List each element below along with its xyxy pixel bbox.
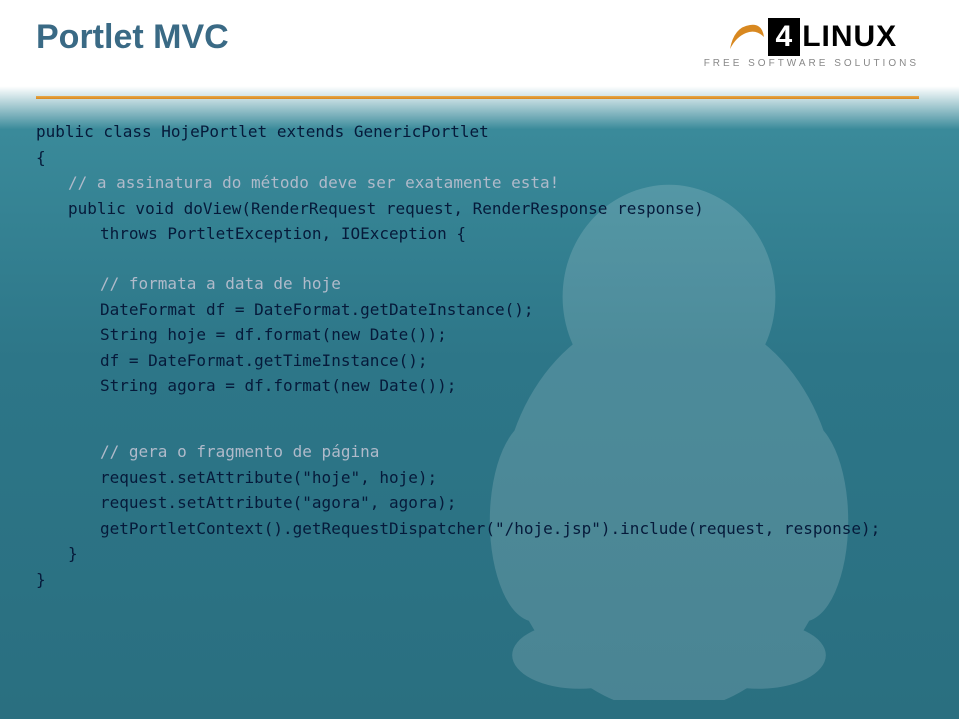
- code-line: }: [36, 541, 923, 567]
- logo-main: 4 LINUX: [726, 18, 898, 56]
- code-comment: // a assinatura do método deve ser exata…: [36, 170, 923, 196]
- slide-title: Portlet MVC: [36, 18, 229, 57]
- code-line: getPortletContext().getRequestDispatcher…: [36, 516, 923, 542]
- code-line: String hoje = df.format(new Date());: [36, 322, 923, 348]
- code-line: DateFormat df = DateFormat.getDateInstan…: [36, 297, 923, 323]
- code-line: String agora = df.format(new Date());: [36, 373, 923, 399]
- logo-brand: LINUX: [802, 20, 897, 54]
- code-line: throws PortletException, IOException {: [36, 221, 923, 247]
- logo-tagline: FREE SOFTWARE SOLUTIONS: [704, 58, 919, 69]
- code-comment: // formata a data de hoje: [36, 271, 923, 297]
- code-line: public class HojePortlet extends Generic…: [36, 119, 923, 145]
- code-comment: // gera o fragmento de página: [36, 439, 923, 465]
- slide-header: Portlet MVC 4 LINUX FREE SOFTWARE SOLUTI…: [0, 0, 959, 79]
- code-line: request.setAttribute("hoje", hoje);: [36, 465, 923, 491]
- logo-four: 4: [768, 18, 801, 56]
- code-line: request.setAttribute("agora", agora);: [36, 490, 923, 516]
- code-line: df = DateFormat.getTimeInstance();: [36, 348, 923, 374]
- code-line: public void doView(RenderRequest request…: [36, 196, 923, 222]
- code-line: {: [36, 145, 923, 171]
- code-block: public class HojePortlet extends Generic…: [0, 79, 959, 593]
- logo-swoosh-icon: [726, 19, 766, 55]
- logo: 4 LINUX FREE SOFTWARE SOLUTIONS: [704, 18, 919, 69]
- code-line: }: [36, 567, 923, 593]
